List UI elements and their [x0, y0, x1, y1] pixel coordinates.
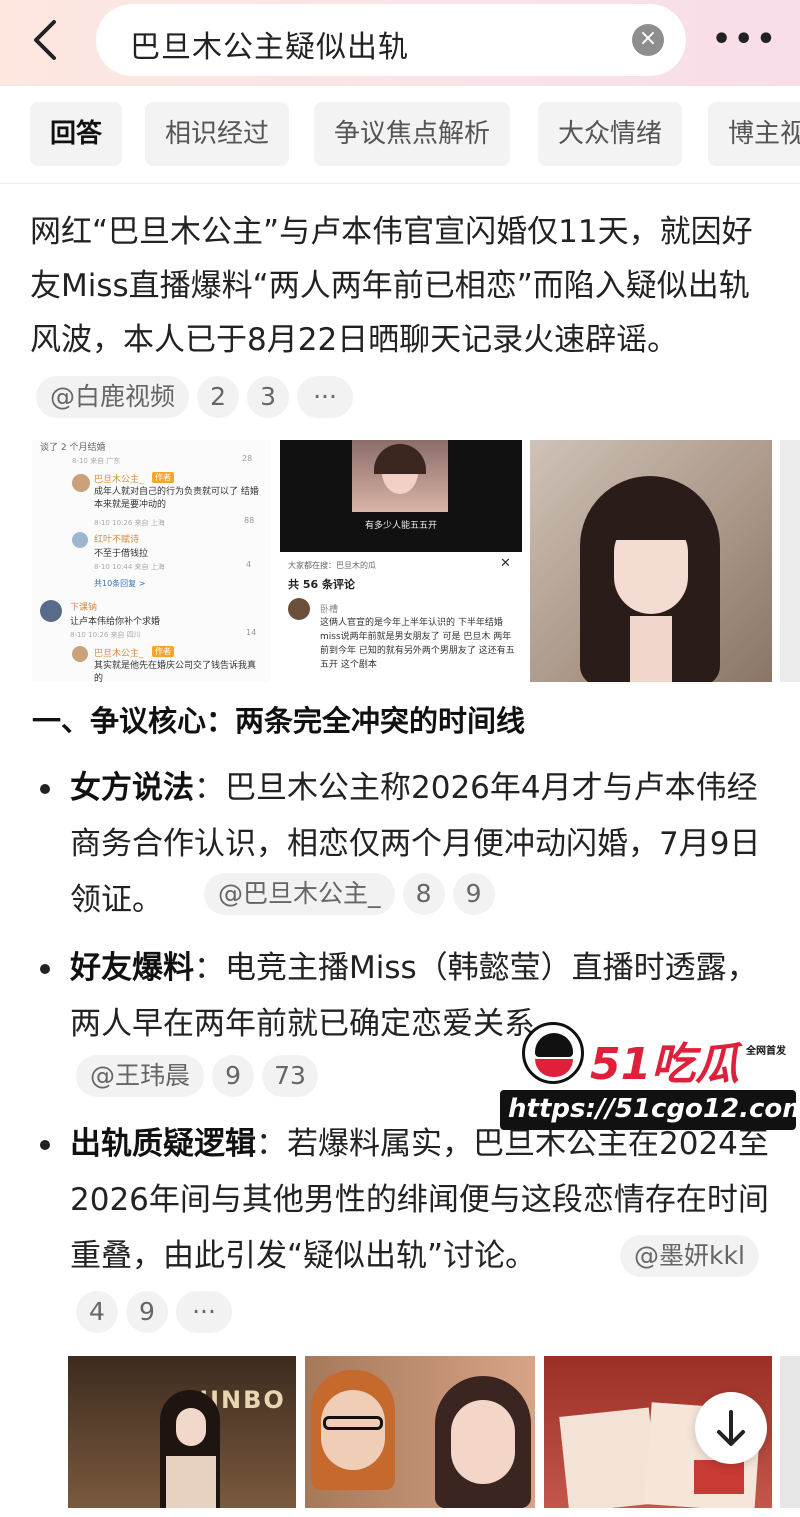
bullet-dot — [40, 1140, 50, 1150]
tab-answer[interactable]: 回答 — [30, 102, 123, 166]
avatar — [72, 532, 88, 548]
source-chip[interactable]: @墨妍kkl — [620, 1235, 759, 1277]
image-text: 作者 — [152, 646, 174, 657]
image-text: 让卢本伟给你补个求婚 — [70, 617, 161, 627]
bullet-references: 4 9 ··· — [76, 1291, 240, 1333]
reference-chip[interactable]: 3 — [247, 376, 290, 418]
image-text: 14 — [246, 628, 257, 637]
avatar — [288, 598, 310, 620]
image-text: 28 — [242, 454, 253, 463]
reference-chip[interactable]: 9 — [212, 1055, 255, 1097]
next-image-peek[interactable] — [780, 1356, 800, 1508]
image-text: 不至于借钱拉 — [94, 549, 149, 559]
reference-chip[interactable]: 2 — [197, 376, 240, 418]
livestream-photo-image[interactable] — [305, 1356, 535, 1508]
search-input[interactable]: 巴旦木公主疑似出轨 × — [96, 4, 686, 76]
reference-chip[interactable]: 9 — [126, 1291, 168, 1333]
top-bar: 巴旦木公主疑似出轨 × ••• — [0, 0, 800, 86]
bullet-sources: @墨妍kkl — [620, 1235, 767, 1277]
image-text: 88 — [244, 516, 255, 525]
source-chip[interactable]: @王玮晨 — [76, 1055, 205, 1097]
bullet-sources: @王玮晨 9 73 — [76, 1055, 326, 1097]
image-text: 卧槽 — [320, 605, 339, 615]
bullet-dot — [40, 964, 50, 974]
mascot-icon — [522, 1022, 584, 1084]
more-references-chip[interactable]: ··· — [297, 376, 354, 418]
next-image-peek[interactable] — [780, 440, 800, 682]
clear-icon[interactable]: × — [632, 24, 664, 56]
image-text: 这俩人官宣的是今年上半年认识的 下半年结婚 miss说两年前就是男女朋友了 可是… — [320, 618, 515, 670]
watermark-tag: 全网首发 — [746, 1042, 786, 1057]
image-text: 共 56 条评论 — [288, 578, 355, 591]
tab-dispute-analysis[interactable]: 争议焦点解析 — [314, 102, 511, 166]
reference-chip[interactable]: 8 — [402, 873, 445, 915]
more-options-button[interactable]: ••• — [712, 20, 776, 60]
back-button[interactable] — [22, 14, 70, 66]
source-chip[interactable]: @白鹿视频 — [36, 376, 190, 418]
watermark-url-bar: https://51cgo12.com — [500, 1090, 800, 1130]
search-query-text: 巴旦木公主疑似出轨 — [130, 30, 409, 65]
image-text: 巴旦木公主_ — [94, 475, 144, 485]
video-caption: 有多少人能五五开 — [364, 521, 437, 531]
watermark-brand: 51吃瓜 — [590, 1039, 740, 1090]
comment-screenshot-image[interactable]: 谈了 2 个月结婚 8-10 来自 广东 28 巴旦木公主_ 作者 成年人就对自… — [32, 440, 270, 682]
image-text: 共10条回复 > — [94, 579, 146, 588]
close-icon: ✕ — [500, 556, 511, 571]
avatar — [72, 474, 90, 492]
tab-public-sentiment[interactable]: 大众情绪 — [538, 102, 683, 166]
image-text: 4 — [246, 560, 252, 569]
image-text: 下课钠 — [70, 603, 98, 613]
reference-chip[interactable]: 4 — [76, 1291, 118, 1333]
tab-bar: 回答 相识经过 争议焦点解析 大众情绪 博主视 — [0, 86, 800, 184]
image-text: 作者 — [152, 472, 174, 483]
tab-blogger-view[interactable]: 博主视 — [708, 102, 800, 166]
scroll-down-button[interactable] — [695, 1392, 767, 1464]
storefront-photo-image[interactable]: NINBO — [68, 1356, 296, 1508]
more-references-chip[interactable]: ··· — [176, 1291, 232, 1333]
summary-sources: @白鹿视频 2 3 ··· — [36, 376, 361, 418]
watermark-url: https://51cgo12.com — [508, 1094, 800, 1124]
image-text: 红叶不赋诗 — [94, 535, 140, 545]
portrait-photo-image[interactable] — [530, 440, 772, 682]
image-text: 8-10 10:44 来自 上海 — [94, 563, 165, 571]
bullet-label: 女方说法 — [70, 770, 194, 806]
image-text: 8-10 10:26 来自 四川 — [70, 631, 141, 639]
site-watermark: 51吃瓜 全网首发 https://51cgo12.com — [500, 1020, 800, 1132]
reference-chip[interactable]: 9 — [452, 873, 495, 915]
video-person-image — [352, 440, 448, 512]
answer-summary: 网红“巴旦木公主”与卢本伟官宣闪婚仅11天，就因好友Miss直播爆料“两人两年前… — [30, 214, 753, 358]
section-heading: 一、争议核心：两条完全冲突的时间线 — [32, 704, 526, 738]
bullet-dot — [40, 784, 50, 794]
image-text: 其实就是他先在婚庆公司交了钱告诉我真的 — [94, 661, 257, 682]
source-chip[interactable]: @巴旦木公主_ — [204, 873, 395, 915]
reference-chip[interactable]: 73 — [262, 1055, 319, 1097]
arrow-down-icon — [717, 1410, 745, 1446]
image-text: 8-10 来自 广东 — [72, 457, 121, 465]
bullet-label: 出轨质疑逻辑 — [70, 1126, 256, 1162]
image-text: 巴旦木公主_ — [94, 649, 144, 659]
image-text: 8-10 10:26 来自 上海 — [94, 519, 165, 527]
image-text: 大家都在搜：巴旦木的瓜 — [288, 561, 376, 570]
tab-how-they-met[interactable]: 相识经过 — [145, 102, 290, 166]
video-comment-screenshot-image[interactable]: 有多少人能五五开 大家都在搜：巴旦木的瓜 ✕ 共 56 条评论 卧槽 这俩人官宣… — [280, 440, 522, 682]
image-text: 谈了 2 个月结婚 — [40, 443, 106, 453]
image-text: 成年人就对自己的行为负责就可以了 结婚本来就是要冲动的 — [94, 487, 259, 510]
chevron-left-icon — [34, 20, 56, 60]
bullet-label: 好友爆料 — [70, 950, 194, 986]
avatar — [72, 646, 88, 662]
bullet-sources: @巴旦木公主_ 8 9 — [204, 873, 503, 915]
avatar — [40, 600, 62, 622]
